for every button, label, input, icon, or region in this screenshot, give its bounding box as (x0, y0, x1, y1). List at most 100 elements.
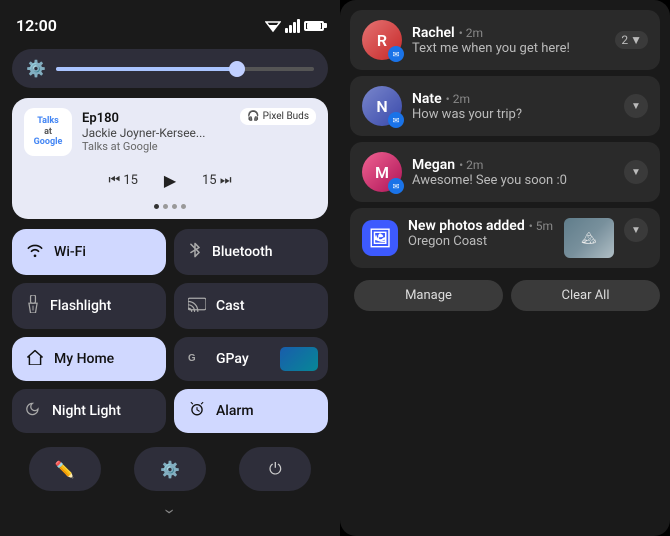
media-controls: ⏮ 15 ▶ 15 ⏭ (24, 162, 316, 198)
flashlight-tile-label: Flashlight (50, 298, 111, 314)
megan-chevron-icon: ▼ (631, 167, 641, 178)
notification-nate[interactable]: N ✉ Nate • 2m How was your trip? ▼ (350, 76, 660, 136)
rachel-expand-count: 2 (621, 33, 628, 47)
power-icon: ⏻ (269, 459, 282, 479)
gpay-tile-label: GPay (216, 351, 249, 367)
cast-tile-icon (188, 296, 206, 316)
bottom-actions: ✏️ ⚙️ ⏻ (12, 447, 328, 491)
chevron-down-icon[interactable]: › (160, 509, 181, 514)
nate-avatar-wrap: N ✉ (362, 86, 402, 126)
status-bar: 12:00 (12, 16, 328, 35)
nate-message: How was your trip? (412, 107, 614, 122)
photos-expand-button[interactable]: ▼ (624, 218, 648, 242)
rachel-name: Rachel (412, 25, 455, 41)
tile-nightlight[interactable]: Night Light (12, 389, 166, 433)
rewind-button[interactable]: ⏮ 15 (108, 173, 138, 188)
tile-bluetooth[interactable]: Bluetooth (174, 229, 328, 275)
notifications-panel: R ✉ Rachel • 2m Text me when you get her… (340, 0, 670, 536)
nate-name: Nate (412, 91, 442, 107)
wifi-tile-icon (26, 242, 44, 262)
megan-header: Megan • 2m (412, 157, 614, 173)
svg-text:G: G (188, 353, 196, 364)
megan-time: • 2m (459, 158, 483, 172)
settings-button[interactable]: ⚙️ (134, 447, 206, 491)
play-button[interactable]: ▶ (154, 164, 186, 196)
nate-expand-button[interactable]: ▼ (624, 94, 648, 118)
gpay-card-visual (280, 347, 318, 371)
megan-message: Awesome! See you soon :0 (412, 173, 614, 188)
notification-actions: Manage Clear All (350, 280, 660, 311)
media-top-row: Talks at Google Ep180 Jackie Joyner-Kers… (24, 108, 316, 156)
notification-megan[interactable]: M ✉ Megan • 2m Awesome! See you soon :0 … (350, 142, 660, 202)
flashlight-tile-icon (26, 295, 40, 317)
photos-avatar: 🖼 (362, 220, 398, 256)
alarm-tile-icon (188, 401, 206, 421)
nate-time: • 2m (446, 92, 470, 106)
power-button[interactable]: ⏻ (239, 447, 311, 491)
media-source: Talks at Google (82, 140, 230, 153)
nate-content: Nate • 2m How was your trip? (412, 91, 614, 122)
wifi-tile-label: Wi-Fi (54, 244, 86, 260)
edit-button[interactable]: ✏️ (29, 447, 101, 491)
rachel-content: Rachel • 2m Text me when you get here! (412, 25, 605, 56)
tile-alarm[interactable]: Alarm (174, 389, 328, 433)
forward-button[interactable]: 15 ⏭ (202, 173, 232, 188)
photos-content: New photos added • 5m Oregon Coast (408, 218, 554, 249)
rachel-chevron-icon: ▼ (630, 33, 642, 47)
rachel-expand-button[interactable]: 2 ▼ (615, 31, 648, 49)
media-info: Ep180 Jackie Joyner-Kersee... Talks at G… (82, 111, 230, 153)
media-badge-label: Pixel Buds (263, 111, 309, 122)
photos-message: Oregon Coast (408, 234, 554, 249)
expand-row: › (12, 501, 328, 522)
tile-gpay[interactable]: G GPay (174, 337, 328, 381)
status-icons (265, 19, 324, 33)
rachel-header: Rachel • 2m (412, 25, 605, 41)
dot-2 (163, 204, 168, 209)
photos-time: • 5m (529, 219, 553, 233)
megan-expand-button[interactable]: ▼ (624, 160, 648, 184)
alarm-tile-label: Alarm (216, 403, 254, 419)
photos-name: New photos added (408, 218, 525, 234)
media-episode: Ep180 (82, 111, 230, 126)
tile-cast[interactable]: Cast (174, 283, 328, 329)
media-progress-dots (24, 204, 316, 209)
media-output-badge[interactable]: 🎧 Pixel Buds (240, 108, 316, 125)
dot-1 (154, 204, 159, 209)
photos-chevron-icon: ▼ (631, 225, 641, 236)
notification-rachel[interactable]: R ✉ Rachel • 2m Text me when you get her… (350, 10, 660, 70)
megan-name: Megan (412, 157, 455, 173)
brightness-track[interactable] (56, 67, 314, 71)
nate-header: Nate • 2m (412, 91, 614, 107)
megan-content: Megan • 2m Awesome! See you soon :0 (412, 157, 614, 188)
nate-msg-icon: ✉ (388, 112, 404, 128)
home-tile-icon (26, 349, 44, 369)
nightlight-tile-label: Night Light (52, 403, 121, 419)
bluetooth-tile-icon (188, 241, 202, 263)
megan-avatar-wrap: M ✉ (362, 152, 402, 192)
dot-3 (172, 204, 177, 209)
clock: 12:00 (16, 16, 57, 35)
dot-4 (181, 204, 186, 209)
quick-tiles-grid: Wi-Fi Bluetooth Flashlight (12, 229, 328, 433)
notification-photos[interactable]: 🖼 New photos added • 5m Oregon Coast 🏔 ▼ (350, 208, 660, 268)
manage-button[interactable]: Manage (354, 280, 503, 311)
clear-all-button[interactable]: Clear All (511, 280, 660, 311)
rachel-avatar-wrap: R ✉ (362, 20, 402, 60)
photos-thumbnail: 🏔 (564, 218, 614, 258)
gpay-tile-icon: G (188, 349, 206, 369)
bluetooth-tile-label: Bluetooth (212, 244, 273, 260)
nate-chevron-icon: ▼ (631, 101, 641, 112)
rachel-msg-icon: ✉ (388, 46, 404, 62)
cast-tile-label: Cast (216, 298, 245, 314)
photos-header: New photos added • 5m (408, 218, 554, 234)
rachel-time: • 2m (459, 26, 483, 40)
rachel-message: Text me when you get here! (412, 41, 605, 56)
brightness-thumb[interactable] (229, 61, 245, 77)
tile-myhome[interactable]: My Home (12, 337, 166, 381)
tile-flashlight[interactable]: Flashlight (12, 283, 166, 329)
tile-wifi[interactable]: Wi-Fi (12, 229, 166, 275)
quick-settings-panel: 12:00 ⚙️ (0, 0, 340, 536)
brightness-slider[interactable]: ⚙️ (12, 49, 328, 88)
brightness-fill (56, 67, 237, 71)
megan-msg-icon: ✉ (388, 178, 404, 194)
